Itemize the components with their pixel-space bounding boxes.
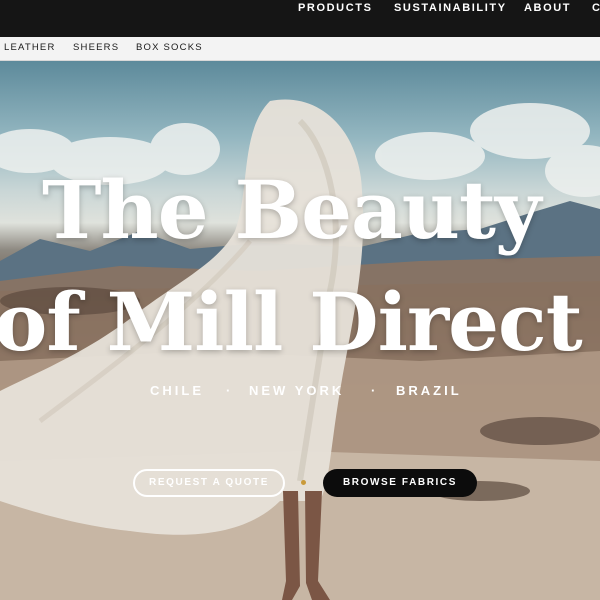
location-chile: CHILE — [150, 383, 204, 398]
location-brazil: BRAZIL — [396, 383, 462, 398]
hero-banner: The Beauty of Mill Direct CHILE · NEW YO… — [0, 61, 600, 600]
top-navigation: PRODUCTS SUSTAINABILITY ABOUT C — [0, 0, 600, 37]
nav-about[interactable]: ABOUT — [524, 0, 571, 17]
category-sheers[interactable]: SHEERS — [73, 37, 119, 59]
category-leather[interactable]: LEATHER — [4, 37, 56, 59]
hero-headline-line-2: of Mill Direct — [0, 275, 583, 369]
location-separator: · — [371, 383, 379, 398]
nav-sustainability[interactable]: SUSTAINABILITY — [394, 0, 507, 17]
request-quote-button[interactable]: REQUEST A QUOTE — [133, 469, 285, 497]
browse-fabrics-button[interactable]: BROWSE FABRICS — [323, 469, 477, 497]
button-separator-dot — [301, 480, 306, 485]
hero-headline-line-1: The Beauty — [42, 163, 541, 257]
nav-contact-truncated[interactable]: C — [592, 0, 600, 17]
location-separator: · — [226, 383, 234, 398]
category-box-socks[interactable]: BOX SOCKS — [136, 37, 203, 59]
category-navigation: LEATHER SHEERS BOX SOCKS — [0, 37, 600, 61]
nav-products[interactable]: PRODUCTS — [298, 0, 373, 17]
location-new-york: NEW YORK — [249, 383, 345, 398]
